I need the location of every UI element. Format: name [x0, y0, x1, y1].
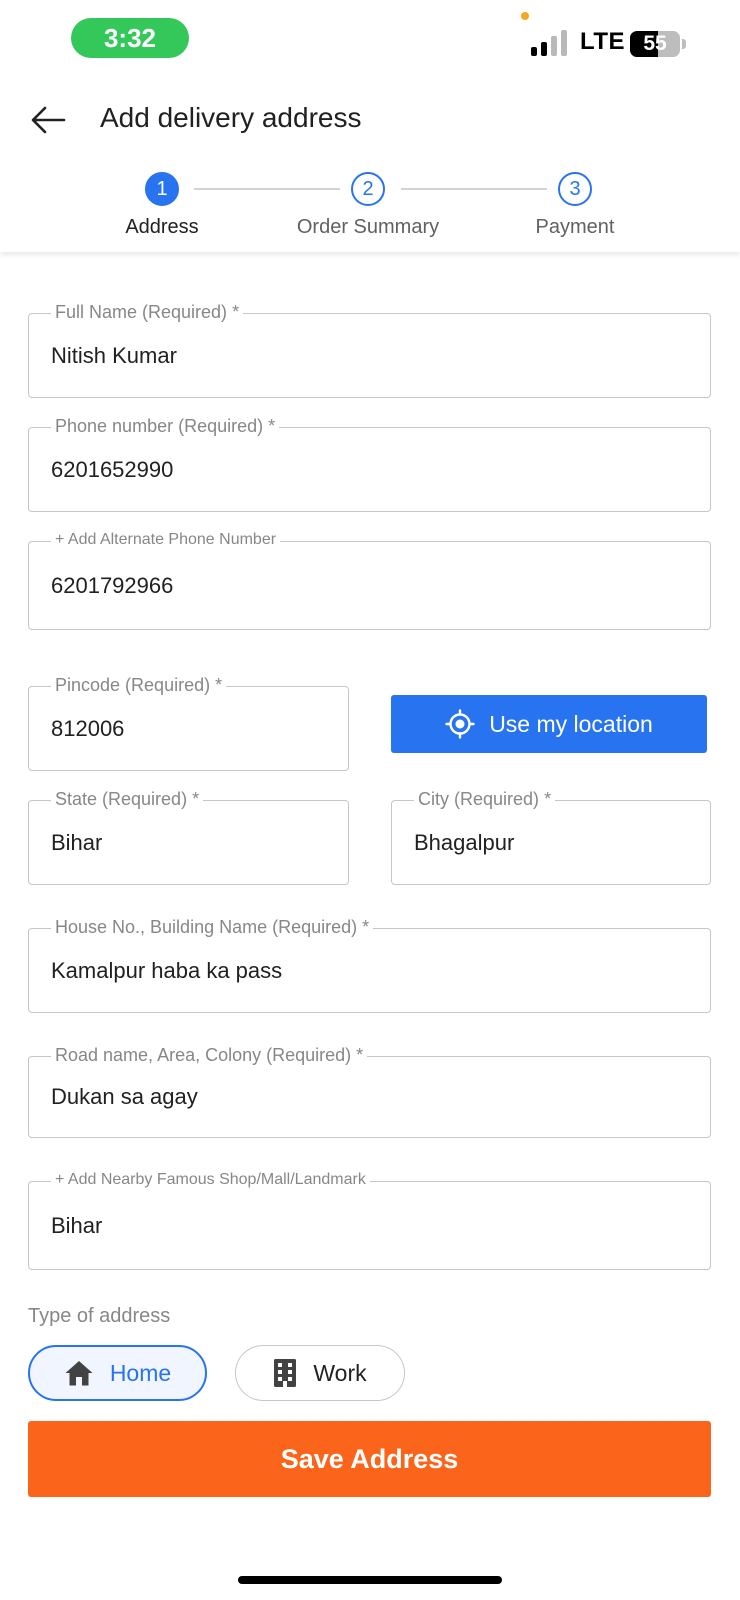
- work-chip-label: Work: [313, 1359, 367, 1386]
- save-address-button[interactable]: Save Address: [28, 1421, 711, 1497]
- field-label: City (Required) *: [414, 788, 556, 810]
- step-label: Address: [125, 216, 199, 238]
- battery-tip: [682, 39, 686, 49]
- city-field[interactable]: City (Required) * Bhagalpur: [391, 788, 711, 885]
- gps-target-icon: [445, 709, 475, 739]
- battery-level: 55: [643, 32, 667, 55]
- step-label: Order Summary: [296, 216, 440, 238]
- phone-value: 6201652990: [51, 456, 174, 482]
- status-bar: 3:32 LTE 55: [0, 0, 740, 80]
- field-label: Road name, Area, Colony (Required) *: [51, 1044, 368, 1066]
- privacy-indicator-dot: [521, 12, 529, 20]
- field-label: Full Name (Required) *: [51, 301, 244, 323]
- step-order-summary: 2 Order Summary: [268, 172, 468, 239]
- battery-icon: 55: [630, 31, 680, 57]
- back-button[interactable]: [28, 100, 68, 140]
- step-label: Payment: [535, 216, 615, 238]
- field-label: Phone number (Required) *: [51, 415, 280, 437]
- road-area-field[interactable]: Road name, Area, Colony (Required) * Duk…: [28, 1044, 711, 1138]
- address-type-home-chip[interactable]: Home: [28, 1345, 207, 1401]
- network-type: LTE: [580, 28, 626, 55]
- field-label: Pincode (Required) *: [51, 674, 227, 696]
- address-type-work-chip[interactable]: Work: [235, 1345, 405, 1401]
- landmark-value: Bihar: [51, 1212, 103, 1238]
- home-icon: [65, 1361, 93, 1386]
- building-icon: [274, 1359, 297, 1387]
- alternate-phone-value: 6201792966: [51, 572, 174, 598]
- pincode-value: 812006: [51, 715, 125, 741]
- signal-icon: [531, 30, 571, 56]
- app-header: Add delivery address 1 Address 2 Order S…: [0, 80, 740, 252]
- arrow-left-icon: [31, 106, 66, 134]
- page-title: Add delivery address: [100, 102, 362, 133]
- field-label: State (Required) *: [51, 788, 204, 810]
- step-number: 2: [351, 172, 385, 206]
- home-indicator[interactable]: [238, 1576, 502, 1584]
- step-number: 1: [145, 172, 179, 206]
- use-my-location-label: Use my location: [489, 710, 653, 737]
- house-building-value: Kamalpur haba ka pass: [51, 957, 283, 983]
- address-type-label: Type of address: [28, 1305, 171, 1327]
- page: 3:32 LTE 55 Add delivery address 1 Addre…: [0, 0, 740, 1600]
- use-my-location-button[interactable]: Use my location: [391, 695, 707, 753]
- full-name-value: Nitish Kumar: [51, 342, 177, 368]
- phone-field[interactable]: Phone number (Required) * 6201652990: [28, 415, 711, 512]
- state-value: Bihar: [51, 829, 103, 855]
- field-label: + Add Alternate Phone Number: [51, 529, 281, 551]
- step-payment: 3 Payment: [475, 172, 675, 239]
- field-label: House No., Building Name (Required) *: [51, 916, 374, 938]
- house-building-field[interactable]: House No., Building Name (Required) * Ka…: [28, 916, 711, 1013]
- home-chip-label: Home: [109, 1359, 172, 1386]
- landmark-field[interactable]: + Add Nearby Famous Shop/Mall/Landmark B…: [28, 1169, 711, 1270]
- state-field[interactable]: State (Required) * Bihar: [28, 788, 349, 885]
- field-label: + Add Nearby Famous Shop/Mall/Landmark: [51, 1169, 370, 1191]
- alternate-phone-field[interactable]: + Add Alternate Phone Number 6201792966: [28, 529, 711, 630]
- step-address: 1 Address: [62, 172, 262, 239]
- pincode-field[interactable]: Pincode (Required) * 812006: [28, 674, 349, 771]
- city-value: Bhagalpur: [414, 829, 515, 855]
- road-area-value: Dukan sa agay: [51, 1084, 198, 1109]
- step-number: 3: [558, 172, 592, 206]
- full-name-field[interactable]: Full Name (Required) * Nitish Kumar: [28, 301, 711, 398]
- status-time: 3:32: [71, 18, 189, 58]
